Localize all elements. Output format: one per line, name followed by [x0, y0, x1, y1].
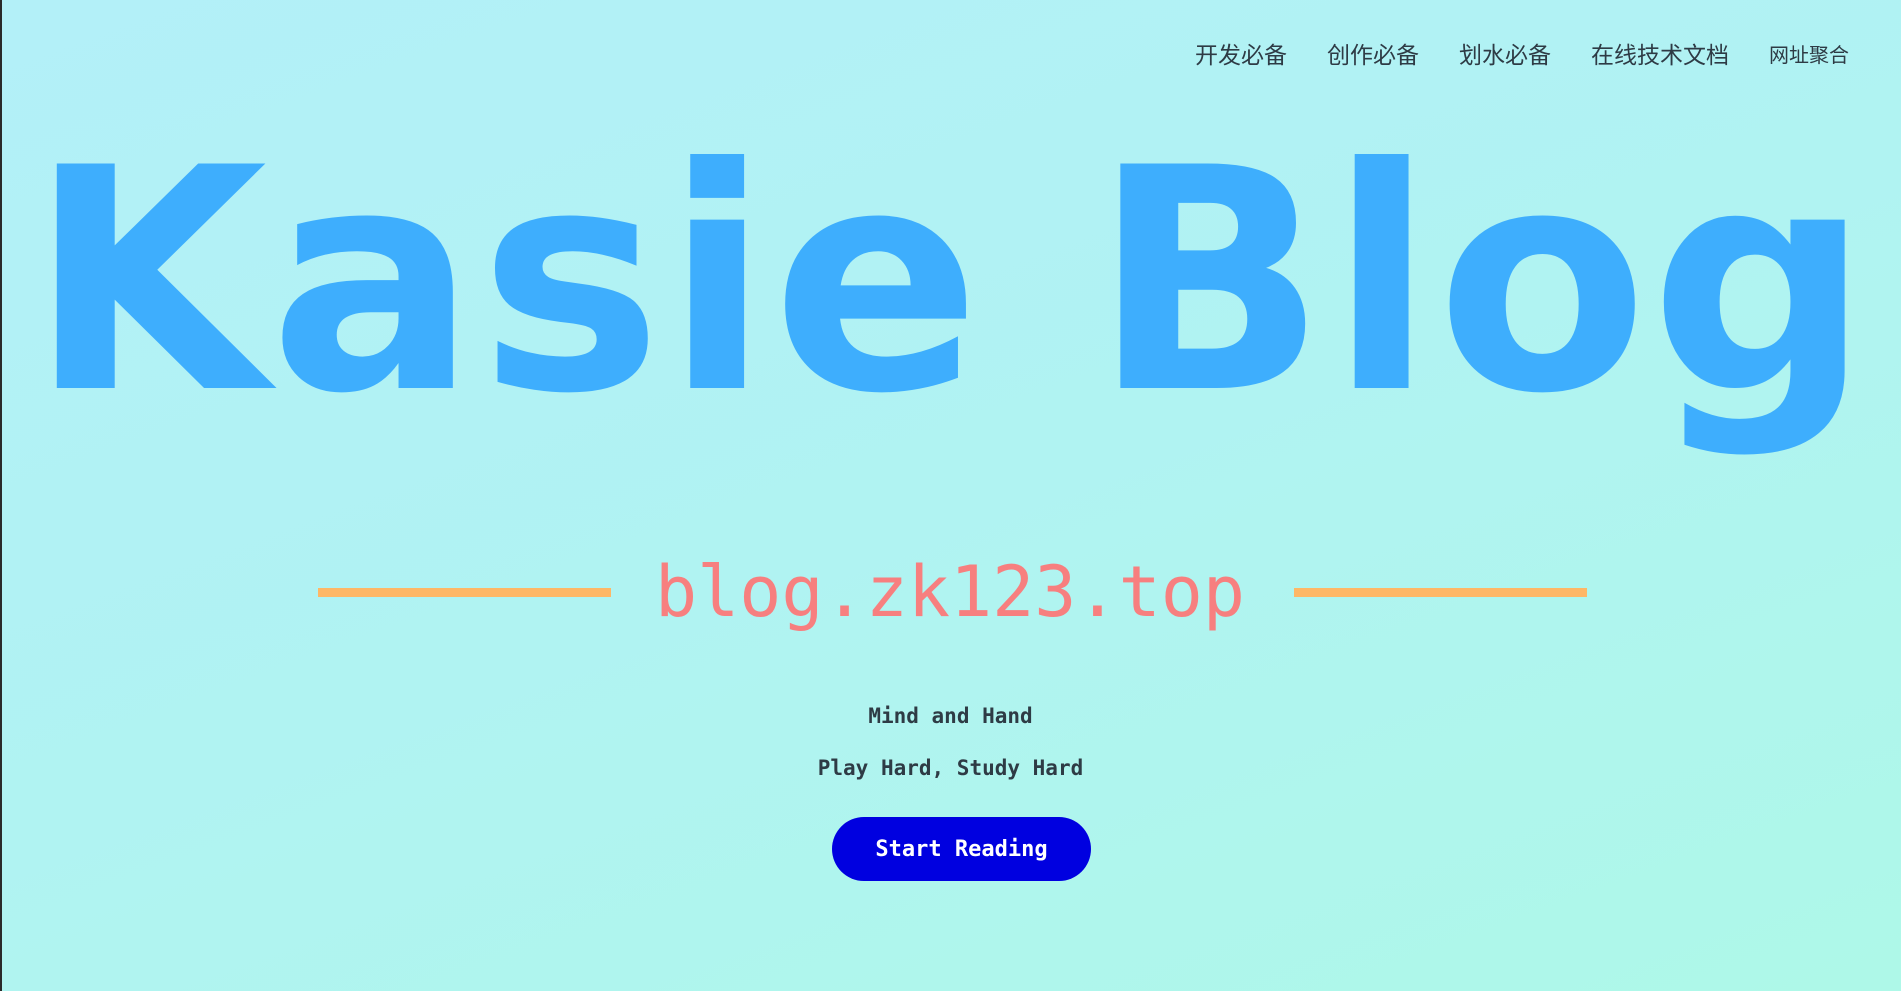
- nav-link-dev-essentials[interactable]: 开发必备: [1195, 36, 1287, 70]
- subtitle-row: blog.zk123.top: [0, 552, 1901, 632]
- site-url: blog.zk123.top: [654, 551, 1245, 633]
- nav-link-url-aggregation[interactable]: 网址聚合: [1769, 39, 1849, 68]
- nav-link-creation-essentials[interactable]: 创作必备: [1327, 36, 1419, 70]
- motto-line-2: Play Hard, Study Hard: [817, 756, 1084, 780]
- nav-link-leisure-essentials[interactable]: 划水必备: [1459, 36, 1551, 70]
- site-title: Kasie Blog: [28, 102, 1873, 461]
- start-reading-button[interactable]: Start Reading: [832, 817, 1091, 881]
- top-nav: 开发必备 创作必备 划水必备 在线技术文档 网址聚合: [1195, 36, 1849, 70]
- motto-line-1: Mind and Hand: [868, 704, 1033, 728]
- subtitle-left-rule: [318, 588, 611, 597]
- subtitle-right-rule: [1294, 588, 1587, 597]
- nav-link-online-docs[interactable]: 在线技术文档: [1591, 36, 1729, 70]
